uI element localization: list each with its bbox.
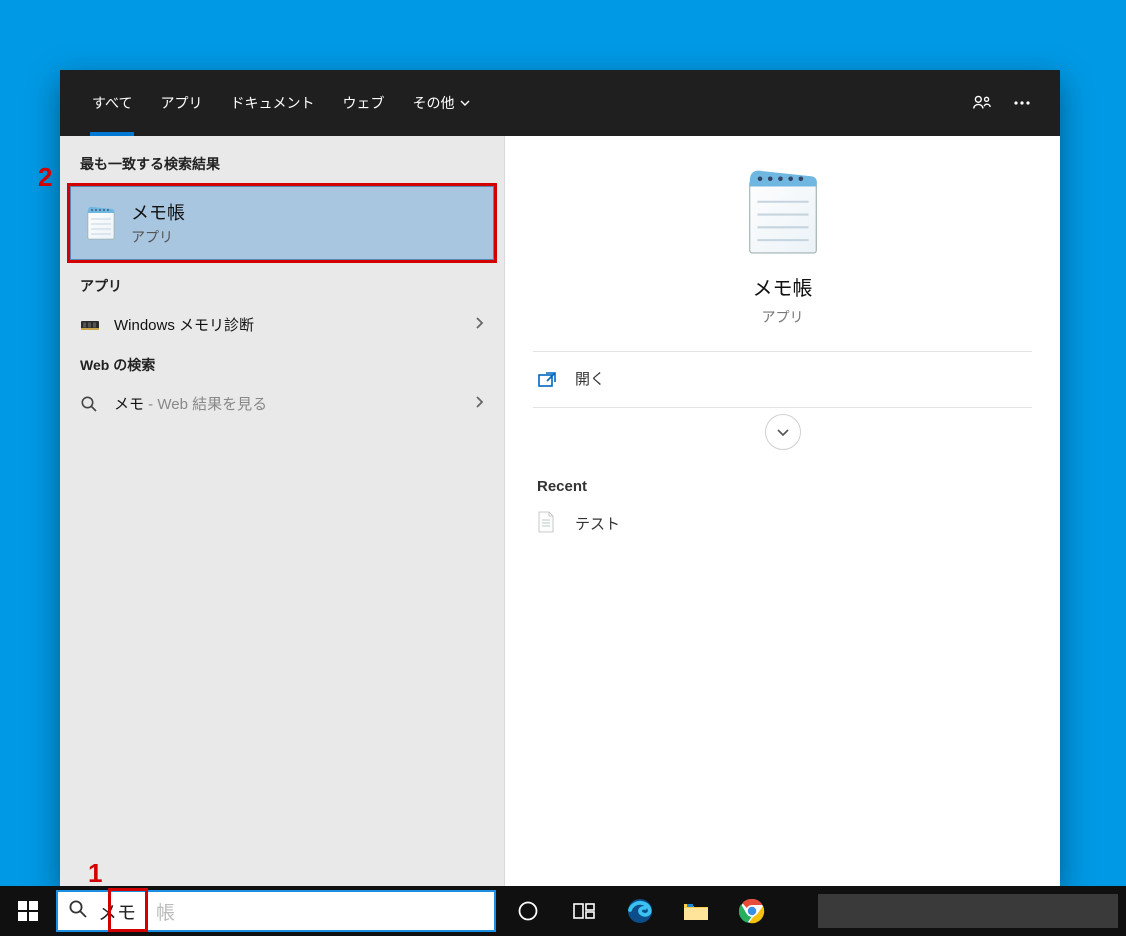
preview-pane: メモ帳 アプリ 開く Recent テスト	[505, 136, 1060, 886]
search-icon	[68, 899, 88, 924]
preview-app-title: メモ帳	[753, 272, 813, 301]
taskbar-app-edge[interactable]	[612, 886, 668, 936]
web-result[interactable]: メモ - Web 結果を見る	[60, 383, 504, 424]
tab-web[interactable]: ウェブ	[328, 70, 398, 136]
tab-all[interactable]: すべて	[78, 70, 146, 136]
search-panel-body: 最も一致する検索結果 メモ帳	[60, 136, 1060, 886]
tab-documents[interactable]: ドキュメント	[216, 70, 328, 136]
best-match-result[interactable]: メモ帳 アプリ	[70, 186, 494, 260]
divider	[533, 407, 1032, 408]
file-explorer-icon	[682, 899, 710, 923]
windows-logo-icon	[18, 901, 38, 921]
search-input[interactable]	[98, 900, 158, 922]
taskbar-search-box[interactable]: 帳	[56, 890, 496, 932]
web-result-label: メモ - Web 結果を見る	[114, 393, 474, 414]
cortana-button[interactable]	[500, 886, 556, 936]
more-options-icon[interactable]	[1002, 83, 1042, 123]
recent-file-label: テスト	[575, 513, 620, 534]
best-match-subtitle: アプリ	[131, 227, 185, 247]
best-match-title: メモ帳	[131, 199, 185, 225]
best-match-header: 最も一致する検索結果	[60, 144, 504, 182]
annotation-1: 1	[88, 858, 102, 889]
annotation-2: 2	[38, 162, 52, 193]
expand-actions-button[interactable]	[765, 414, 801, 450]
web-section-header: Web の検索	[60, 345, 504, 383]
tab-more[interactable]: その他	[398, 70, 484, 136]
search-results-panel: すべて アプリ ドキュメント ウェブ その他 最も一致する検索結果	[60, 70, 1060, 886]
tab-all-label: すべて	[92, 93, 132, 113]
results-list: 最も一致する検索結果 メモ帳	[60, 136, 505, 886]
chevron-down-icon	[460, 95, 470, 111]
tab-web-label: ウェブ	[342, 93, 384, 113]
feedback-icon[interactable]	[962, 83, 1002, 123]
text-document-icon	[537, 511, 557, 535]
recent-file-item[interactable]: テスト	[505, 501, 1060, 545]
task-view-icon	[572, 901, 596, 921]
tab-apps[interactable]: アプリ	[146, 70, 216, 136]
search-suggestion-ghost: 帳	[156, 898, 175, 925]
notepad-icon	[742, 166, 824, 258]
app-result-memory-diagnostic[interactable]: Windows メモリ診断	[60, 304, 504, 345]
chevron-right-icon	[474, 314, 484, 335]
preview-header: メモ帳 アプリ	[505, 136, 1060, 351]
app-result-label: Windows メモリ診断	[114, 314, 474, 335]
taskbar-app-explorer[interactable]	[668, 886, 724, 936]
chrome-icon	[739, 898, 765, 924]
search-tabs-bar: すべて アプリ ドキュメント ウェブ その他	[60, 70, 1060, 136]
open-action[interactable]: 開く	[505, 352, 1060, 405]
search-tabs: すべて アプリ ドキュメント ウェブ その他	[78, 70, 484, 136]
open-icon	[537, 370, 561, 388]
web-result-suffix: - Web 結果を見る	[144, 396, 267, 413]
system-tray[interactable]	[818, 894, 1118, 928]
edge-icon	[626, 897, 654, 925]
apps-section-header: アプリ	[60, 266, 504, 304]
tab-documents-label: ドキュメント	[230, 93, 314, 113]
memory-chip-icon	[80, 317, 106, 333]
taskbar-app-chrome[interactable]	[724, 886, 780, 936]
web-result-prefix: メモ	[114, 396, 144, 413]
recent-header: Recent	[505, 460, 1060, 501]
search-icon	[80, 395, 106, 413]
taskbar: 帳	[0, 886, 1126, 936]
tab-apps-label: アプリ	[160, 93, 202, 113]
notepad-icon	[85, 205, 121, 241]
open-label: 開く	[575, 368, 605, 389]
start-button[interactable]	[0, 886, 56, 936]
preview-app-subtitle: アプリ	[762, 307, 804, 327]
task-view-button[interactable]	[556, 886, 612, 936]
cortana-icon	[517, 900, 539, 922]
tab-more-label: その他	[412, 93, 454, 113]
chevron-right-icon	[474, 393, 484, 414]
